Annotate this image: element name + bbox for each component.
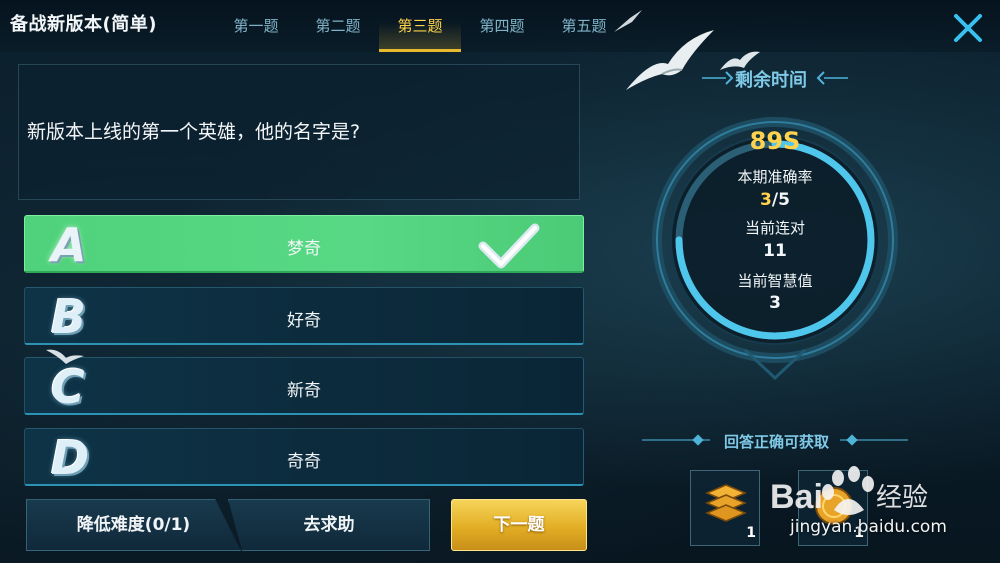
- lower-difficulty-button[interactable]: 降低难度(0/1): [26, 499, 241, 551]
- tab-question-4[interactable]: 第四题: [461, 0, 543, 52]
- reward-title: 回答正确可获取: [724, 433, 830, 451]
- option-text: 新奇: [287, 381, 321, 401]
- option-d[interactable]: D 奇奇: [24, 428, 584, 486]
- wisdom-label: 当前智慧值: [737, 272, 813, 290]
- accuracy-value: 3/5: [710, 190, 840, 210]
- accuracy-total: /5: [771, 190, 790, 210]
- svg-text:经验: 经验: [876, 483, 928, 513]
- page-title: 备战新版本(简单): [10, 14, 157, 35]
- streak-value: 11: [763, 241, 787, 261]
- option-text: 好奇: [287, 311, 321, 331]
- question-tabs: 第一题 第二题 第三题 第四题 第五题: [215, 0, 625, 52]
- tab-question-2[interactable]: 第二题: [297, 0, 379, 52]
- option-c[interactable]: C 新奇: [24, 357, 584, 415]
- checkmark-icon: [478, 223, 540, 269]
- timer-title: 剩余时间: [735, 70, 807, 91]
- option-a[interactable]: A 梦奇: [24, 215, 584, 273]
- accuracy-label: 本期准确率: [737, 168, 813, 186]
- ask-help-button[interactable]: 去求助: [228, 499, 430, 551]
- watermark-url: jingyan.baidu.com: [790, 517, 947, 537]
- top-bar: 备战新版本(简单) 第一题 第二题 第三题 第四题 第五题: [0, 0, 1000, 52]
- reward-count: 1: [746, 525, 756, 541]
- seagull-icon: [46, 349, 84, 364]
- option-b[interactable]: B 好奇: [24, 287, 584, 345]
- tab-question-1[interactable]: 第一题: [215, 0, 297, 52]
- accuracy-correct: 3: [760, 190, 772, 210]
- time-left: 89S: [749, 127, 801, 155]
- svg-text:Bai: Bai: [770, 478, 823, 516]
- streak-label: 当前连对: [744, 219, 805, 237]
- coin-stack-icon: [705, 484, 747, 522]
- question-panel: 新版本上线的第一个英雄，他的名字是?: [18, 64, 580, 200]
- wisdom-value: 3: [769, 293, 781, 313]
- next-question-button[interactable]: 下一题: [451, 499, 587, 551]
- close-icon[interactable]: [950, 10, 986, 46]
- tab-question-3[interactable]: 第三题: [379, 0, 461, 52]
- option-text: 奇奇: [287, 452, 321, 472]
- question-text: 新版本上线的第一个英雄，他的名字是?: [27, 121, 361, 143]
- reward-slot: 1: [690, 470, 760, 546]
